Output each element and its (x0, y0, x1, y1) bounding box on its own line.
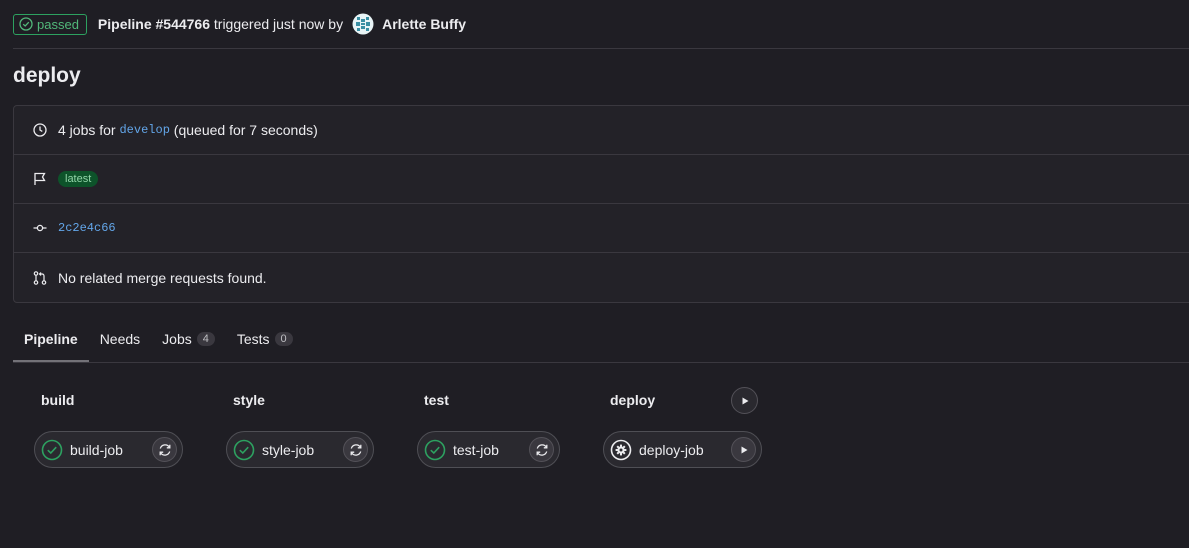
tag-info-row: latest (14, 155, 1189, 204)
tab-tests[interactable]: Tests 0 (226, 316, 304, 361)
retry-icon (350, 443, 361, 456)
commit-link[interactable]: 2c2e4c66 (58, 221, 116, 235)
queued-text: (queued for 7 seconds) (173, 122, 318, 138)
triggered-text: triggered just now by (213, 16, 344, 32)
commit-info-row: 2c2e4c66 (14, 204, 1189, 253)
branch-link[interactable]: develop (119, 123, 169, 137)
jobs-count-text: 4 jobs for (58, 122, 116, 138)
pipeline-info-box: 4 jobs for develop (queued for 7 seconds… (13, 105, 1189, 303)
success-status-icon (233, 439, 255, 460)
tab-needs[interactable]: Needs (89, 316, 151, 361)
play-icon (741, 446, 747, 453)
merge-requests-text: No related merge requests found. (58, 269, 267, 286)
check-circle-icon (19, 17, 33, 31)
merge-requests-row: No related merge requests found. (14, 253, 1189, 302)
jobs-count-badge: 4 (196, 331, 215, 346)
run-job-button[interactable] (731, 437, 756, 462)
author-name[interactable]: Arlette Buffy (382, 16, 466, 32)
stage-title-deploy: deploy (610, 392, 656, 408)
retry-button[interactable] (529, 437, 554, 462)
retry-icon (159, 443, 170, 456)
page-title: deploy (13, 64, 81, 87)
job-name: style-job (262, 441, 315, 458)
retry-button[interactable] (152, 437, 177, 462)
job-name: test-job (453, 441, 499, 458)
pipeline-tabs: Pipeline Needs Jobs 4 Tests 0 (13, 316, 1189, 363)
tab-label: Jobs (162, 330, 192, 347)
tab-label: Pipeline (24, 330, 78, 347)
status-label: passed (37, 16, 79, 32)
commit-icon (33, 220, 47, 236)
divider (13, 48, 1189, 49)
retry-button[interactable] (343, 437, 368, 462)
success-status-icon (424, 439, 446, 460)
stage-title-build: build (41, 392, 75, 408)
job-test[interactable]: test-job (417, 431, 560, 468)
run-stage-button[interactable] (731, 387, 758, 414)
job-build[interactable]: build-job (34, 431, 183, 468)
flag-icon (33, 171, 47, 187)
pipeline-description: Pipeline #544766 triggered just now by (98, 16, 343, 32)
success-status-icon (41, 439, 63, 460)
job-style[interactable]: style-job (226, 431, 374, 468)
job-deploy[interactable]: deploy-job (603, 431, 762, 468)
identicon-icon (352, 13, 374, 35)
stage-title-test: test (424, 392, 449, 408)
job-name: build-job (70, 441, 123, 458)
clock-icon (33, 122, 47, 138)
manual-gear-icon (610, 439, 632, 460)
status-badge[interactable]: passed (13, 13, 87, 35)
tab-jobs[interactable]: Jobs 4 (151, 316, 226, 361)
job-name: deploy-job (639, 441, 704, 458)
avatar[interactable] (352, 13, 375, 35)
pipeline-id: Pipeline #544766 (97, 16, 210, 32)
tests-count-badge: 0 (274, 331, 293, 346)
stage-title-style: style (233, 392, 265, 408)
pipeline-header: passed Pipeline #544766 triggered just n… (13, 12, 1189, 36)
tab-label: Needs (99, 330, 141, 347)
retry-icon (536, 443, 547, 456)
jobs-info-row: 4 jobs for develop (queued for 7 seconds… (14, 106, 1189, 155)
merge-request-icon (33, 270, 47, 286)
play-icon (742, 397, 748, 404)
tab-label: Tests (236, 330, 270, 347)
tab-pipeline[interactable]: Pipeline (13, 316, 89, 362)
latest-badge: latest (58, 171, 99, 187)
